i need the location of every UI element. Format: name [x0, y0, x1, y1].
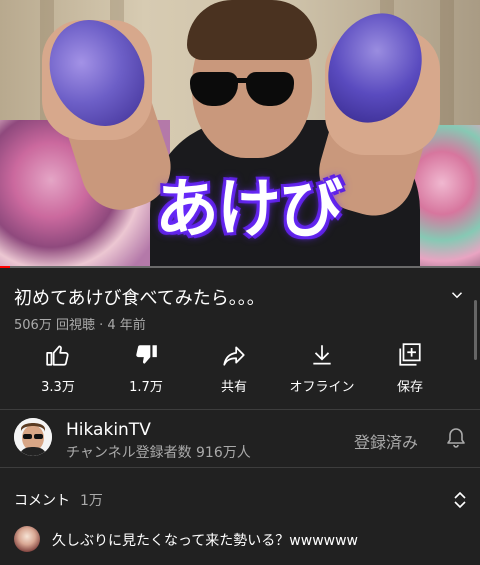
- dislike-count: 1.7万: [129, 380, 163, 395]
- subscribed-button[interactable]: 登録済み: [354, 429, 418, 453]
- like-button[interactable]: 3.3万: [14, 342, 102, 398]
- offline-label: オフライン: [289, 380, 355, 395]
- video-player[interactable]: あけび: [0, 0, 480, 268]
- top-comment[interactable]: 久しぶりに見たくなって来た勢いる？wwwwww: [14, 524, 466, 554]
- offline-button[interactable]: オフライン: [278, 342, 366, 398]
- chevron-down-icon[interactable]: [448, 286, 466, 304]
- dislike-button[interactable]: 1.7万: [102, 342, 190, 398]
- action-bar: 3.3万 1.7万 共有 オフライン 保存: [0, 342, 480, 398]
- person-hair: [187, 0, 317, 60]
- video-title: 初めてあけび食べてみたら。。。: [14, 288, 265, 309]
- expand-sort-icon[interactable]: [452, 490, 468, 510]
- channel-row[interactable]: HikakinTV チャンネル登録者数 916万人 登録済み: [0, 410, 480, 466]
- save-button[interactable]: 保存: [366, 342, 454, 398]
- sunglasses: [190, 72, 294, 108]
- bell-icon[interactable]: [444, 426, 468, 450]
- share-button[interactable]: 共有: [190, 342, 278, 398]
- save-playlist-icon: [399, 343, 421, 366]
- save-label: 保存: [396, 380, 423, 395]
- comments-count: 1万: [80, 493, 103, 509]
- channel-avatar[interactable]: [14, 418, 52, 456]
- video-caption-overlay: あけび: [155, 173, 343, 247]
- title-row[interactable]: 初めてあけび食べてみたら。。。: [14, 284, 466, 310]
- thumbs-down-icon: [136, 345, 157, 364]
- download-icon: [313, 345, 331, 365]
- comments-header[interactable]: コメント 1万: [14, 490, 103, 510]
- channel-name[interactable]: HikakinTV: [66, 420, 151, 440]
- video-meta: 506万 回視聴 · 4 年前: [14, 318, 146, 333]
- lens-left: [190, 72, 238, 106]
- comment-avatar: [14, 526, 40, 552]
- avatar-image: [14, 418, 52, 456]
- subscriber-count: チャンネル登録者数 916万人: [66, 445, 251, 461]
- progress-fill: [0, 266, 10, 268]
- divider: [0, 467, 480, 468]
- lens-right: [246, 72, 294, 106]
- share-label: 共有: [220, 380, 247, 395]
- comments-label: コメント: [14, 493, 70, 509]
- share-icon: [223, 346, 245, 366]
- comment-text: 久しぶりに見たくなって来た勢いる？wwwwww: [52, 533, 359, 549]
- like-count: 3.3万: [41, 380, 75, 395]
- progress-bar[interactable]: [0, 266, 480, 268]
- thumbs-up-icon: [46, 345, 69, 366]
